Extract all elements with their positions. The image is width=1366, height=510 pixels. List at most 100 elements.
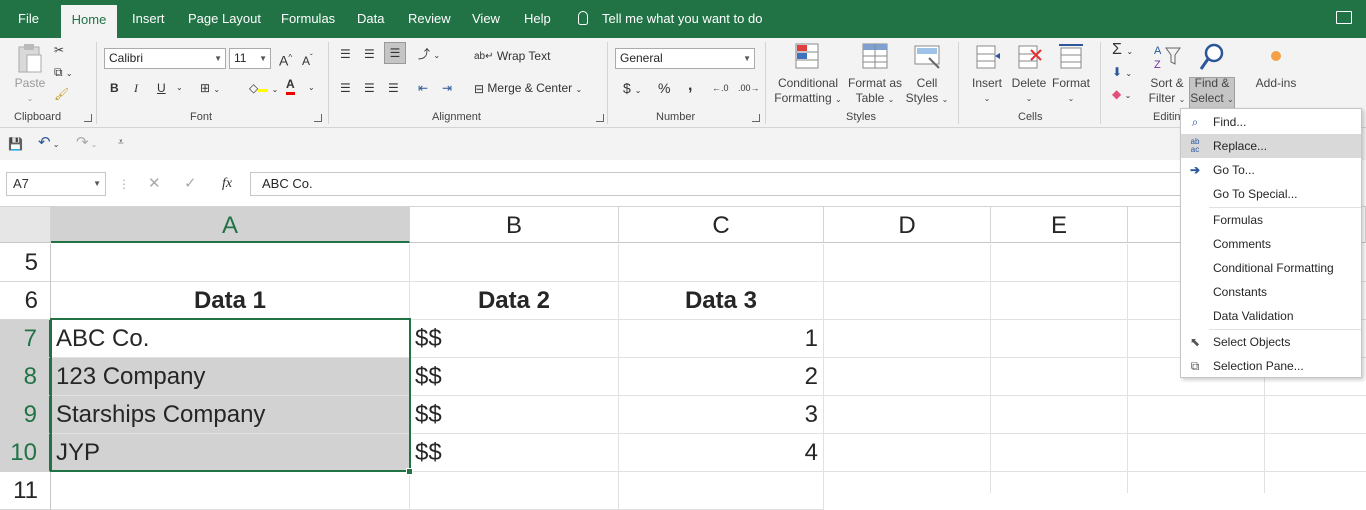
underline-dropdown-icon[interactable]: ⌄ xyxy=(176,78,183,98)
font-launcher-icon[interactable] xyxy=(314,114,322,122)
column-header-e[interactable]: E xyxy=(991,207,1128,243)
align-top-icon[interactable]: ☰ xyxy=(340,44,351,64)
decrease-decimal-icon[interactable]: .00→ xyxy=(738,78,760,98)
font-color-icon[interactable]: A xyxy=(286,76,295,95)
select-all-corner[interactable] xyxy=(0,207,51,243)
comments-icon[interactable] xyxy=(1336,11,1352,24)
cell-a11[interactable] xyxy=(51,472,410,510)
increase-decimal-icon[interactable]: ←.0 xyxy=(712,78,729,98)
tab-file[interactable]: File xyxy=(8,0,49,38)
customize-qat-icon[interactable]: ⩡ xyxy=(118,133,124,153)
copy-icon[interactable]: ⧉ ⌄ xyxy=(54,62,73,84)
row-header-7[interactable]: 7 xyxy=(0,320,51,358)
cell-a6[interactable]: Data 1 xyxy=(51,282,410,320)
sort-filter-button[interactable]: AZ Sort & Filter ⌄ xyxy=(1146,42,1188,107)
percent-icon[interactable]: % xyxy=(658,78,670,98)
menu-replace[interactable]: ab ac Replace... xyxy=(1181,134,1361,158)
tab-formulas[interactable]: Formulas xyxy=(271,0,345,38)
font-color-dropdown-icon[interactable]: ⌄ xyxy=(308,78,315,98)
column-header-a[interactable]: A xyxy=(51,207,410,243)
increase-font-icon[interactable]: A^ xyxy=(279,48,292,71)
format-painter-icon[interactable]: 🖌 xyxy=(54,84,69,104)
cell-c10[interactable]: 4 xyxy=(619,434,824,472)
cell-b8[interactable]: $$ xyxy=(410,358,619,396)
align-bottom-icon[interactable]: ☰ xyxy=(384,42,406,64)
cell-c7[interactable]: 1 xyxy=(619,320,824,358)
tab-home[interactable]: Home xyxy=(61,5,117,38)
merge-center-button[interactable]: ⊟ Merge & Center ⌄ xyxy=(474,78,582,100)
clipboard-launcher-icon[interactable] xyxy=(84,114,92,122)
number-format-select[interactable]: General ▼ xyxy=(615,48,755,69)
column-header-d[interactable]: D xyxy=(824,207,991,243)
undo-icon[interactable]: ↶ ⌄ xyxy=(38,133,60,155)
conditional-formatting-button[interactable]: Conditional Formatting ⌄ xyxy=(772,42,844,107)
column-header-c[interactable]: C xyxy=(619,207,824,243)
fill-handle[interactable] xyxy=(406,468,413,475)
row-header-8[interactable]: 8 xyxy=(0,358,51,396)
menu-selection-pane[interactable]: ⧉ Selection Pane... xyxy=(1181,354,1361,378)
menu-data-validation[interactable]: Data Validation xyxy=(1181,304,1361,328)
menu-constants[interactable]: Constants xyxy=(1181,280,1361,304)
cell-c11[interactable] xyxy=(619,472,824,510)
delete-cells-button[interactable]: Delete ⌄ xyxy=(1010,42,1048,106)
cell-b11[interactable] xyxy=(410,472,619,510)
cell-a5[interactable] xyxy=(51,244,410,282)
align-right-icon[interactable]: ☰ xyxy=(388,78,399,98)
cut-icon[interactable]: ✂ xyxy=(54,40,64,60)
tab-page-layout[interactable]: Page Layout xyxy=(178,0,271,38)
tell-me-search[interactable]: Tell me what you want to do xyxy=(578,0,762,38)
orientation-icon[interactable]: ⤴ ⌄ xyxy=(418,44,440,66)
tab-insert[interactable]: Insert xyxy=(122,0,175,38)
name-box[interactable]: A7 ▼ xyxy=(6,172,106,196)
insert-function-icon[interactable]: fx xyxy=(222,174,232,194)
menu-formulas[interactable]: Formulas xyxy=(1181,208,1361,232)
fill-color-icon[interactable]: ◇ ⌄ xyxy=(249,78,278,100)
decrease-indent-icon[interactable]: ⇤ xyxy=(418,78,428,98)
align-left-icon[interactable]: ☰ xyxy=(340,78,351,98)
comma-icon[interactable]: , xyxy=(688,76,692,96)
find-select-button[interactable]: Find & Select ⌄ xyxy=(1190,42,1234,107)
cancel-icon[interactable]: ✕ xyxy=(148,174,161,194)
format-cells-button[interactable]: Format ⌄ xyxy=(1050,42,1092,106)
column-header-b[interactable]: B xyxy=(410,207,619,243)
cell-c8[interactable]: 2 xyxy=(619,358,824,396)
tab-data[interactable]: Data xyxy=(347,0,394,38)
cell-c6[interactable]: Data 3 xyxy=(619,282,824,320)
paste-button[interactable]: Paste ⌄ xyxy=(12,42,48,106)
insert-cells-button[interactable]: Insert ⌄ xyxy=(966,42,1008,106)
menu-go-to[interactable]: ➔ Go To... xyxy=(1181,158,1361,182)
autosum-icon[interactable]: Σ ⌄ xyxy=(1112,40,1133,62)
align-middle-icon[interactable]: ☰ xyxy=(364,44,375,64)
cell-a7[interactable]: ABC Co. xyxy=(51,320,410,358)
cell-a8[interactable]: 123 Company xyxy=(51,358,410,396)
tab-help[interactable]: Help xyxy=(514,0,561,38)
cell-b9[interactable]: $$ xyxy=(410,396,619,434)
increase-indent-icon[interactable]: ⇥ xyxy=(442,78,452,98)
row-header-6[interactable]: 6 xyxy=(0,282,51,320)
menu-go-to-special[interactable]: Go To Special... xyxy=(1181,182,1361,206)
menu-find[interactable]: ⌕ Find... xyxy=(1181,110,1361,134)
cell-a9[interactable]: Starships Company xyxy=(51,396,410,434)
alignment-launcher-icon[interactable] xyxy=(596,114,604,122)
align-center-icon[interactable]: ☰ xyxy=(364,78,375,98)
borders-icon[interactable]: ⊞ ⌄ xyxy=(200,78,220,100)
menu-conditional-formatting[interactable]: Conditional Formatting xyxy=(1181,256,1361,280)
cell-b5[interactable] xyxy=(410,244,619,282)
currency-icon[interactable]: $ ⌄ xyxy=(623,78,641,101)
italic-button[interactable]: I xyxy=(134,78,138,98)
number-launcher-icon[interactable] xyxy=(752,114,760,122)
cell-b10[interactable]: $$ xyxy=(410,434,619,472)
row-header-9[interactable]: 9 xyxy=(0,396,51,434)
menu-comments[interactable]: Comments xyxy=(1181,232,1361,256)
bold-button[interactable]: B xyxy=(110,78,119,98)
font-name-select[interactable]: Calibri ▼ xyxy=(104,48,226,69)
underline-button[interactable]: U xyxy=(157,78,166,98)
save-icon[interactable]: 💾 xyxy=(8,134,23,154)
tab-view[interactable]: View xyxy=(462,0,510,38)
add-ins-button[interactable]: Add-ins xyxy=(1250,42,1302,91)
cell-b6[interactable]: Data 2 xyxy=(410,282,619,320)
cell-a10[interactable]: JYP xyxy=(51,434,410,472)
clear-icon[interactable]: ◆ ⌄ xyxy=(1112,84,1131,106)
row-header-5[interactable]: 5 xyxy=(0,244,51,282)
cell-styles-button[interactable]: Cell Styles ⌄ xyxy=(904,42,950,107)
